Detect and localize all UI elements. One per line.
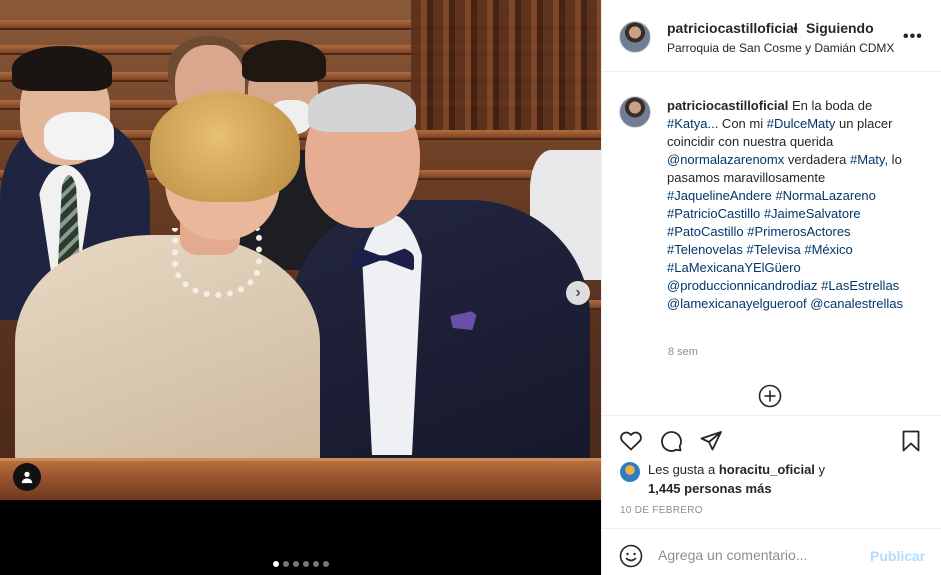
comment-bar: Publicar	[602, 528, 941, 575]
carousel-dot	[302, 561, 309, 567]
post-photo[interactable]: ›	[0, 0, 601, 575]
carousel-dot	[312, 561, 319, 567]
smiley-icon[interactable]	[619, 544, 643, 568]
location-link[interactable]: Parroquia de San Cosme y Damián CDMX	[667, 41, 894, 55]
caption-link[interactable]: #Katya	[667, 116, 707, 131]
user-tag-glyph	[21, 471, 33, 484]
face-mask	[44, 112, 114, 160]
liker-username[interactable]: horacitu_oficial	[719, 462, 815, 477]
caption-link[interactable]: #JaimeSalvatore	[764, 206, 861, 221]
guest-hair	[242, 40, 326, 82]
caption-link[interactable]: #LaMexicanaYElGüero	[667, 260, 801, 275]
caption-username[interactable]: patriciocastilloficial	[667, 98, 788, 113]
caption-link[interactable]: #Telenovelas	[667, 242, 743, 257]
avatar[interactable]	[619, 21, 651, 53]
photo-scene	[0, 0, 601, 500]
caption-link[interactable]: #México	[804, 242, 852, 257]
caption-link[interactable]: #Televisa	[747, 242, 801, 257]
post-date: 10 DE FEBRERO	[620, 505, 703, 516]
carousel-dots	[0, 561, 601, 567]
caption-fragment: ... Con mi	[707, 116, 767, 131]
likes-prefix: Les gusta a	[648, 462, 719, 477]
caption-body: En la boda de #Katya... Con mi #DulceMat…	[667, 98, 903, 311]
following-button[interactable]: Siguiendo	[806, 20, 874, 36]
caption-fragment: En la boda de	[788, 98, 873, 113]
carousel-dot	[272, 561, 279, 567]
caption-link[interactable]: #LasEstrellas	[821, 278, 899, 293]
caption-link[interactable]: #DulceMaty	[767, 116, 836, 131]
caption-link[interactable]: #PrimerosActores	[747, 224, 850, 239]
add-circle-icon[interactable]	[758, 384, 782, 408]
bookmark-icon[interactable]	[899, 429, 923, 453]
post-age[interactable]: 8 sem	[668, 346, 698, 358]
caption-link[interactable]: #PatricioCastillo	[667, 206, 760, 221]
post-details-panel: patriciocastilloficial • Siguiendo Parro…	[601, 0, 941, 575]
liker-avatar[interactable]	[620, 462, 640, 482]
carousel-dot	[282, 561, 289, 567]
more-options-icon[interactable]: •••	[903, 28, 923, 46]
likes-summary: Les gusta a horacitu_oficial y	[648, 462, 825, 477]
caption-link[interactable]: @normalazarenomx	[667, 152, 784, 167]
caption-link[interactable]: #Maty	[850, 152, 884, 167]
caption-link[interactable]: @produccionnicandrodiaz	[667, 278, 818, 293]
caption-link[interactable]: #NormaLazareno	[775, 188, 875, 203]
comment-input[interactable]	[658, 542, 858, 568]
publish-button[interactable]: Publicar	[870, 548, 925, 564]
man-suit	[290, 200, 590, 490]
caption-avatar[interactable]	[619, 96, 651, 128]
header-separator: •	[793, 20, 798, 36]
carousel-dot	[322, 561, 329, 567]
woman-hair	[150, 92, 300, 202]
paper-plane-icon[interactable]	[699, 429, 723, 453]
user-tag-icon[interactable]	[13, 463, 41, 491]
carousel-dot	[292, 561, 299, 567]
likes-count[interactable]: 1,445 personas más	[648, 481, 772, 496]
caption-link[interactable]: @canalestrellas	[810, 296, 903, 311]
wood-carving	[411, 0, 601, 130]
caption-link[interactable]: @lamexicanayelgueroof	[667, 296, 807, 311]
woman-dress	[15, 235, 320, 475]
man-hair	[308, 84, 416, 132]
caption-link[interactable]: #JaquelineAndere	[667, 188, 772, 203]
caption-text: patriciocastilloficial En la boda de #Ka…	[667, 97, 927, 313]
post-header: patriciocastilloficial • Siguiendo Parro…	[602, 0, 941, 72]
header-username[interactable]: patriciocastilloficial	[667, 20, 798, 36]
front-pew	[0, 458, 601, 500]
chevron-right-icon[interactable]: ›	[566, 281, 590, 305]
heart-icon[interactable]	[619, 429, 643, 453]
caption-fragment: verdadera	[784, 152, 851, 167]
likes-conj: y	[814, 462, 826, 477]
guest-hair	[12, 46, 112, 91]
action-bar	[602, 415, 941, 465]
caption-link[interactable]: #PatoCastillo	[667, 224, 744, 239]
comment-icon[interactable]	[659, 429, 683, 453]
